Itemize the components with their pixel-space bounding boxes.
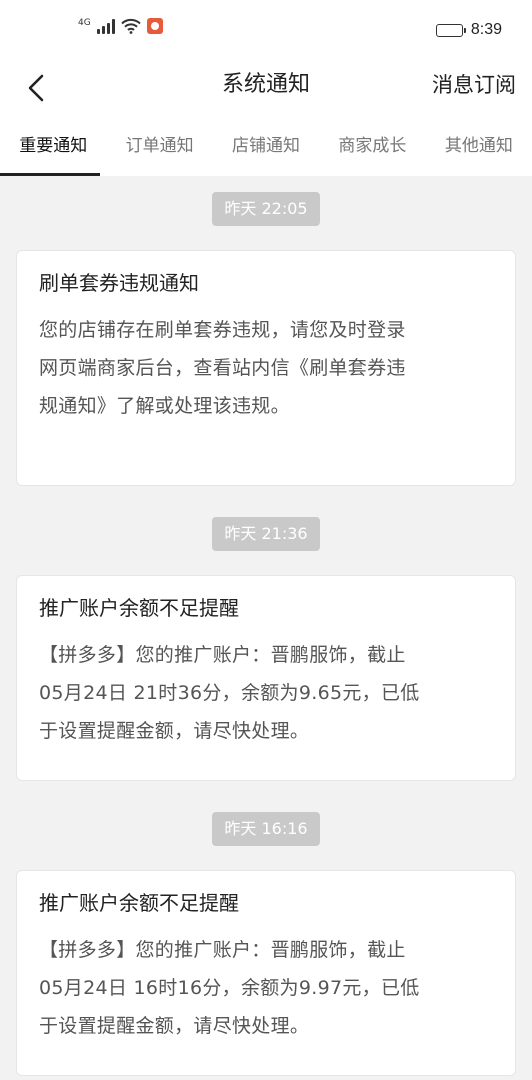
notification-feed[interactable]: 昨天 22:05 刷单套券违规通知 您的店铺存在刷单套券违规，请您及时登录 网页… — [0, 176, 532, 1080]
notification-body-line: 规通知》了解或处理该违规。 — [39, 395, 290, 417]
tab-bar: 重要通知 订单通知 店铺通知 商家成长 其他通知 — [0, 116, 532, 176]
status-bar: 4G 8:39 — [0, 0, 532, 60]
notification-body-line: 【拼多多】您的推广账户：晋鹏服饰，截止 — [39, 939, 406, 961]
timestamp-badge: 昨天 22:05 — [212, 192, 320, 226]
status-time: 8:39 — [470, 21, 502, 38]
notification-card[interactable]: 刷单套券违规通知 您的店铺存在刷单套券违规，请您及时登录 网页端商家后台，查看站… — [16, 250, 516, 486]
notification-body: 【拼多多】您的推广账户：晋鹏服饰，截止 05月24日 21时36分，余额为9.6… — [39, 636, 495, 750]
timestamp-badge: 昨天 16:16 — [212, 812, 320, 846]
notification-body-line: 05月24日 21时36分，余额为9.65元，已低 — [39, 682, 420, 704]
wifi-icon — [121, 18, 141, 34]
timestamp-badge: 昨天 21:36 — [212, 517, 320, 551]
nav-header: 系统通知 消息订阅 — [0, 60, 532, 116]
notification-body-line: 【拼多多】您的推广账户：晋鹏服饰，截止 — [39, 644, 406, 666]
tab-orders[interactable]: 订单通知 — [106, 116, 212, 176]
network-type-label: 4G — [78, 18, 91, 28]
notification-title: 推广账户余额不足提醒 — [39, 891, 239, 915]
notification-body-line: 于设置提醒金额，请尽快处理。 — [39, 720, 310, 742]
notification-body-line: 于设置提醒金额，请尽快处理。 — [39, 1015, 310, 1037]
subscribe-button[interactable]: 消息订阅 — [432, 60, 516, 116]
notification-body-line: 05月24日 16时16分，余额为9.97元，已低 — [39, 977, 420, 999]
notification-body-line: 您的店铺存在刷单套券违规，请您及时登录 — [39, 319, 406, 341]
notification-title: 推广账户余额不足提醒 — [39, 596, 239, 620]
signal-icon — [96, 18, 115, 34]
tab-store[interactable]: 店铺通知 — [213, 116, 319, 176]
status-icons-left: 4G — [78, 18, 163, 34]
notification-body-line: 网页端商家后台，查看站内信《刷单套券违 — [39, 357, 406, 379]
notification-card[interactable]: 推广账户余额不足提醒 【拼多多】您的推广账户：晋鹏服饰，截止 05月24日 21… — [16, 575, 516, 781]
notification-body: 您的店铺存在刷单套券违规，请您及时登录 网页端商家后台，查看站内信《刷单套券违 … — [39, 311, 495, 425]
notification-card[interactable]: 推广账户余额不足提醒 【拼多多】您的推广账户：晋鹏服饰，截止 05月24日 16… — [16, 870, 516, 1076]
app-notification-icon — [146, 18, 163, 34]
tab-other[interactable]: 其他通知 — [426, 116, 532, 176]
tab-merchant-growth[interactable]: 商家成长 — [319, 116, 425, 176]
notification-body: 【拼多多】您的推广账户：晋鹏服饰，截止 05月24日 16时16分，余额为9.9… — [39, 931, 495, 1045]
status-icons-right: 8:39 — [435, 21, 502, 39]
battery-icon — [435, 23, 466, 37]
tab-important[interactable]: 重要通知 — [0, 116, 106, 176]
notification-title: 刷单套券违规通知 — [39, 271, 199, 295]
